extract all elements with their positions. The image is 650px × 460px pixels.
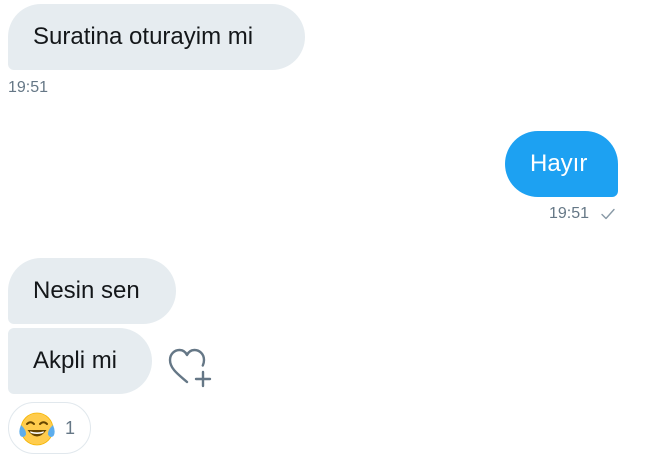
message-text: Suratina oturayim mi [33,23,254,50]
message-bubble-incoming[interactable]: Akpli mi [8,328,152,394]
message-text: Nesin sen [33,277,140,304]
face-with-tears-of-joy-icon [19,412,55,446]
message-text: Hayır [530,150,588,177]
checkmark-icon [601,208,615,220]
message-text: Akpli mi [33,347,118,374]
message-bubble-outgoing[interactable]: Hayır [505,131,618,197]
reaction-badge[interactable]: 1 [8,402,91,454]
message-bubble-incoming[interactable]: Suratina oturayim mi [8,4,305,70]
message-timestamp: 19:51 [549,205,590,222]
message-timestamp: 19:51 [8,79,49,96]
heart-plus-icon[interactable] [167,346,213,388]
reaction-count: 1 [65,417,76,438]
conversation-thread: Suratina oturayim mi 19:51 Hayır 19:51 N… [0,0,650,460]
message-bubble-incoming[interactable]: Nesin sen [8,258,176,324]
